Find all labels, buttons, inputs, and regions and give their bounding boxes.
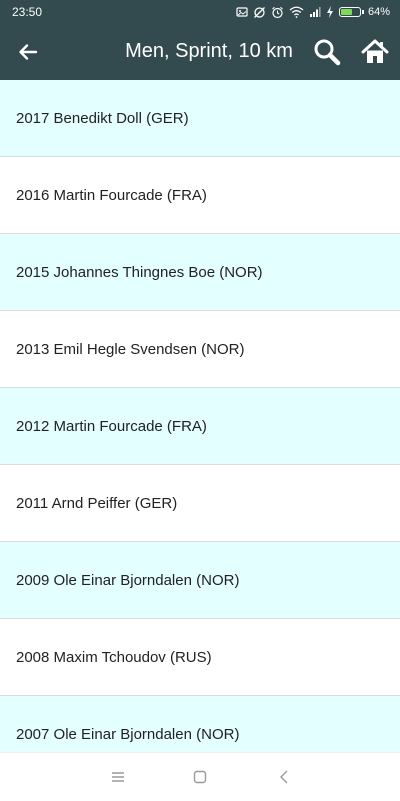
status-time: 23:50 (12, 5, 43, 19)
wifi-icon (289, 6, 304, 18)
list-item[interactable]: 2013 Emil Hegle Svendsen (NOR) (0, 311, 400, 388)
list-item-label: 2012 Martin Fourcade (FRA) (16, 417, 207, 435)
back-nav-button[interactable] (274, 767, 294, 787)
sync-off-icon (253, 6, 266, 19)
battery-body (338, 7, 361, 17)
list-item[interactable]: 2017 Benedikt Doll (GER) (0, 80, 400, 157)
list-item-label: 2007 Ole Einar Bjorndalen (NOR) (16, 725, 240, 743)
home-icon (360, 39, 390, 71)
list-item-label: 2015 Johannes Thingnes Boe (NOR) (16, 263, 263, 281)
battery-percent: 64% (367, 6, 390, 18)
home-nav-button[interactable] (190, 767, 210, 787)
battery-tip (361, 10, 364, 14)
list-item-label: 2016 Martin Fourcade (FRA) (16, 186, 207, 204)
list-item[interactable]: 2007 Ole Einar Bjorndalen (NOR) (0, 696, 400, 752)
list-item-label: 2009 Ole Einar Bjorndalen (NOR) (16, 571, 240, 589)
signal-icon (309, 6, 321, 18)
app-bar: Men, Sprint, 10 km (0, 24, 400, 80)
list-item-label: 2011 Arnd Peiffer (GER) (16, 494, 178, 512)
status-bar: 23:50 64% (0, 0, 400, 24)
menu-icon (108, 772, 128, 791)
results-list[interactable]: 2017 Benedikt Doll (GER) 2016 Martin Fou… (0, 80, 400, 752)
back-chevron-icon (274, 770, 294, 791)
search-icon (312, 39, 342, 71)
list-item[interactable]: 2008 Maxim Tchoudov (RUS) (0, 619, 400, 696)
recents-button[interactable] (108, 767, 128, 787)
alarm-icon (271, 6, 284, 19)
status-icons: 64% (236, 3, 390, 21)
home-button[interactable] (360, 37, 390, 67)
image-icon (236, 6, 248, 18)
list-item[interactable]: 2016 Martin Fourcade (FRA) (0, 157, 400, 234)
list-item-label: 2008 Maxim Tchoudov (RUS) (16, 648, 212, 666)
search-button[interactable] (312, 37, 342, 67)
list-item[interactable]: 2011 Arnd Peiffer (GER) (0, 465, 400, 542)
list-item-label: 2017 Benedikt Doll (GER) (16, 109, 189, 127)
battery-fill (340, 9, 353, 15)
list-item-label: 2013 Emil Hegle Svendsen (NOR) (16, 340, 245, 358)
list-item[interactable]: 2009 Ole Einar Bjorndalen (NOR) (0, 542, 400, 619)
square-icon (190, 770, 210, 791)
list-item[interactable]: 2015 Johannes Thingnes Boe (NOR) (0, 234, 400, 311)
battery-icon: 64% (338, 6, 390, 18)
charging-icon (326, 6, 334, 18)
system-nav-bar (0, 752, 400, 801)
list-item[interactable]: 2012 Martin Fourcade (FRA) (0, 388, 400, 465)
